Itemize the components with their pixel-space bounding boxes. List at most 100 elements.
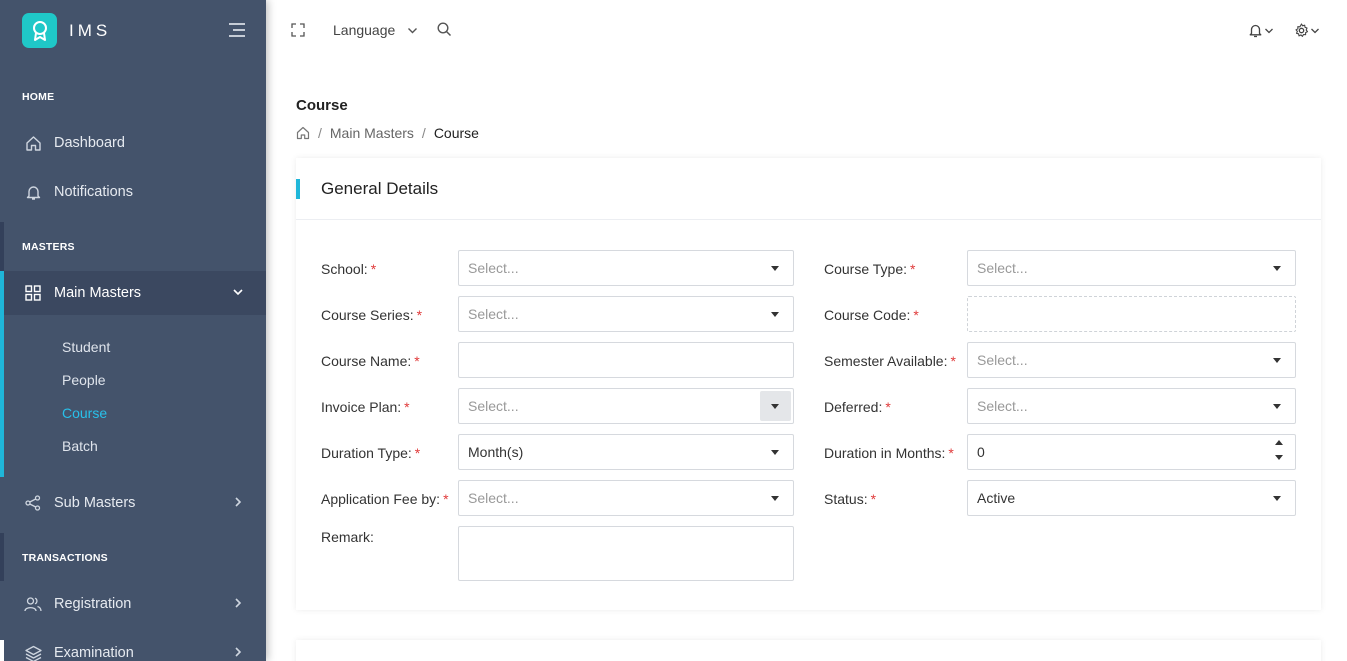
brand-name: IMS <box>69 20 112 40</box>
sidebar-scroll-marker <box>0 640 4 661</box>
general-details-card: General Details School: * Course Series: *… <box>296 158 1321 610</box>
course-code-label: Course Code: * <box>824 307 919 323</box>
sidebar-item-label: Dashboard <box>54 135 125 151</box>
submenu-item-batch[interactable]: Batch <box>62 438 98 454</box>
select-placeholder: Select... <box>468 490 519 506</box>
sidebar-item-label: Notifications <box>54 184 133 200</box>
label-text: Deferred: <box>824 399 883 415</box>
required-mark: * <box>913 307 919 323</box>
brand[interactable]: IMS <box>22 13 111 48</box>
sidebar-item-examination[interactable]: Examination <box>0 631 266 661</box>
notifications-dropdown[interactable] <box>1248 23 1274 38</box>
course-series-select[interactable]: Select... <box>458 296 794 332</box>
sidebar-item-notifications[interactable]: Notifications <box>0 170 266 214</box>
label-text: Status: <box>824 491 868 507</box>
label-text: Course Code: <box>824 307 911 323</box>
chevron-right-icon <box>232 646 244 658</box>
required-mark: * <box>885 399 891 415</box>
sidebar-item-main-masters[interactable]: Main Masters <box>0 271 266 315</box>
section-transactions: TRANSACTIONS <box>22 552 108 564</box>
sidebar-item-label: Registration <box>54 596 132 612</box>
submenu-item-student[interactable]: Student <box>62 339 110 355</box>
school-select[interactable]: Select... <box>458 250 794 286</box>
caret-down-icon <box>1273 266 1281 271</box>
invoice-plan-select[interactable]: Select... <box>458 388 794 424</box>
select-placeholder: Select... <box>977 352 1028 368</box>
sidebar-item-label: Examination <box>54 645 134 661</box>
search-icon[interactable] <box>437 22 452 37</box>
select-value: Active <box>977 490 1016 506</box>
sidebar: IMS HOME Dashboard Notifications MASTERS… <box>0 0 266 661</box>
duration-months-input[interactable]: 0 <box>967 434 1296 470</box>
main-masters-submenu: Student People Course Batch <box>0 315 266 477</box>
section-masters: MASTERS <box>22 241 75 253</box>
home-icon <box>24 134 42 152</box>
sidebar-item-sub-masters[interactable]: Sub Masters <box>0 481 266 525</box>
breadcrumb-separator: / <box>421 125 426 141</box>
select-placeholder: Select... <box>977 260 1028 276</box>
bell-icon <box>1248 23 1263 38</box>
duration-months-label: Duration in Months: * <box>824 445 954 461</box>
section-home: HOME <box>22 91 55 103</box>
breadcrumb-parent[interactable]: Main Masters <box>330 125 414 141</box>
award-icon <box>22 13 57 48</box>
course-name-input[interactable] <box>458 342 794 378</box>
duration-type-select[interactable]: Month(s) <box>458 434 794 470</box>
caret-down-icon <box>771 496 779 501</box>
spin-up-icon[interactable] <box>1275 440 1283 445</box>
sidebar-item-label: Main Masters <box>54 285 142 301</box>
deferred-label: Deferred: * <box>824 399 891 415</box>
caret-down-icon <box>771 266 779 271</box>
users-icon <box>24 595 42 613</box>
sidebar-item-dashboard[interactable]: Dashboard <box>0 121 266 165</box>
layers-icon <box>24 644 42 661</box>
deferred-select[interactable]: Select... <box>967 388 1296 424</box>
bell-icon <box>24 183 42 201</box>
course-code-input[interactable] <box>967 296 1296 332</box>
language-label: Language <box>333 22 396 38</box>
semester-available-label: Semester Available: * <box>824 353 956 369</box>
course-type-select[interactable]: Select... <box>967 250 1296 286</box>
status-label: Status: * <box>824 491 876 507</box>
gear-icon <box>1294 23 1309 38</box>
remark-textarea[interactable] <box>458 526 794 581</box>
fullscreen-icon[interactable] <box>291 23 305 37</box>
semester-available-select[interactable]: Select... <box>967 342 1296 378</box>
select-placeholder: Select... <box>468 306 519 322</box>
language-dropdown[interactable]: Language <box>333 22 418 38</box>
sidebar-item-registration[interactable]: Registration <box>0 582 266 626</box>
required-mark: * <box>414 353 420 369</box>
chevron-down-icon <box>232 286 244 298</box>
submenu-item-people[interactable]: People <box>62 372 106 388</box>
settings-dropdown[interactable] <box>1294 23 1320 38</box>
label-text: Course Series: <box>321 307 414 323</box>
breadcrumb-current: Course <box>433 125 479 141</box>
application-fee-select[interactable]: Select... <box>458 480 794 516</box>
required-mark: * <box>443 491 449 507</box>
caret-down-icon <box>1273 496 1281 501</box>
label-text: Semester Available: <box>824 353 948 369</box>
remark-label: Remark: <box>321 529 374 545</box>
required-mark: * <box>870 491 877 507</box>
course-series-label: Course Series: * <box>321 307 422 323</box>
status-select[interactable]: Active <box>967 480 1296 516</box>
required-mark: * <box>414 445 421 461</box>
label-text: Duration Type: <box>321 445 412 461</box>
chevron-right-icon <box>232 597 244 609</box>
course-type-label: Course Type: * <box>824 261 915 277</box>
home-icon[interactable] <box>296 126 310 140</box>
menu-collapse-icon[interactable] <box>228 22 246 38</box>
next-card <box>296 640 1321 661</box>
sidebar-item-label: Sub Masters <box>54 495 136 511</box>
course-name-label: Course Name: * <box>321 353 420 369</box>
select-value: Month(s) <box>468 444 524 460</box>
spin-down-icon[interactable] <box>1275 455 1283 460</box>
card-title: General Details <box>321 179 439 198</box>
required-mark: * <box>950 353 956 369</box>
number-spinner[interactable] <box>1275 440 1283 460</box>
caret-down-icon <box>771 404 779 409</box>
submenu-item-course[interactable]: Course <box>62 405 107 421</box>
grid-icon <box>24 284 42 302</box>
application-fee-label: Application Fee by: * <box>321 491 449 507</box>
label-text: School: <box>321 261 368 277</box>
